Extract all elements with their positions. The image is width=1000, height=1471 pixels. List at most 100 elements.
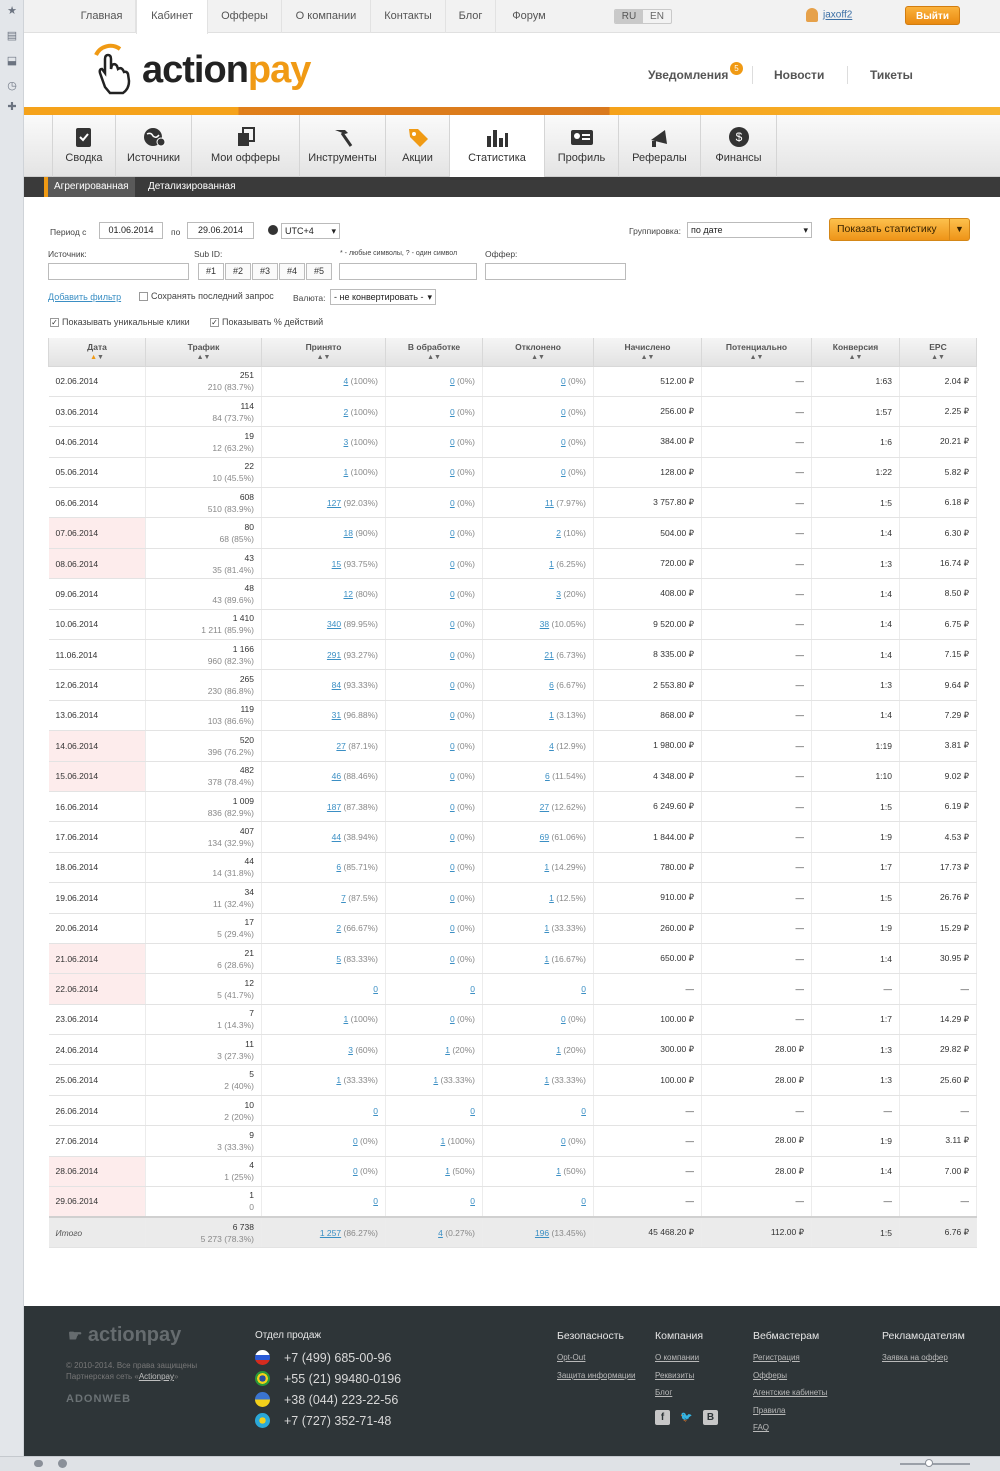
accepted-cell-link[interactable]: 5 (336, 954, 341, 964)
accepted-cell-link[interactable]: 27 (336, 741, 345, 751)
accepted-cell-link[interactable]: 3 (343, 437, 348, 447)
rejected-cell-link[interactable]: 196 (535, 1228, 549, 1238)
accepted-cell-link[interactable]: 0 (373, 984, 378, 994)
save-last-query-checkbox[interactable]: Сохранять последний запрос (139, 291, 274, 301)
rejected-cell-link[interactable]: 1 (544, 954, 549, 964)
history-icon[interactable]: ◷ (5, 79, 19, 93)
accepted-cell-link[interactable]: 3 (348, 1045, 353, 1055)
footer-link[interactable]: О компании (655, 1351, 703, 1369)
rejected-cell-link[interactable]: 0 (561, 1014, 566, 1024)
percent-actions-checkbox[interactable]: ✓ Показывать % действий (210, 317, 323, 327)
processing-cell-link[interactable]: 1 (433, 1075, 438, 1085)
rejected-cell-link[interactable]: 3 (556, 589, 561, 599)
col-potential[interactable]: Потенциально ▲▼ (701, 338, 812, 367)
processing-cell-link[interactable]: 0 (450, 467, 455, 477)
rejected-cell-link[interactable]: 0 (561, 407, 566, 417)
processing-cell-link[interactable]: 0 (450, 893, 455, 903)
tab-profile[interactable]: Профиль (545, 115, 619, 177)
accepted-cell-link[interactable]: 12 (343, 589, 352, 599)
footer-link[interactable]: Защита информации (557, 1369, 635, 1387)
tab-summary[interactable]: Сводка (52, 115, 116, 177)
accepted-cell-link[interactable]: 2 (336, 923, 341, 933)
processing-cell-link[interactable]: 0 (450, 802, 455, 812)
rejected-cell-link[interactable]: 0 (561, 437, 566, 447)
footer-link[interactable]: Офферы (753, 1369, 827, 1387)
processing-cell-link[interactable]: 0 (450, 589, 455, 599)
star-icon[interactable]: ★ (5, 4, 19, 18)
col-traffic[interactable]: Трафик ▲▼ (145, 338, 262, 367)
username[interactable]: jaxoff2 (823, 10, 852, 21)
topnav-item-contacts[interactable]: Контакты (371, 0, 446, 33)
rejected-cell-link[interactable]: 6 (545, 771, 550, 781)
vk-icon[interactable]: B (703, 1410, 718, 1425)
subid-input[interactable] (339, 263, 477, 280)
processing-cell-link[interactable]: 0 (450, 498, 455, 508)
rejected-cell-link[interactable]: 0 (561, 376, 566, 386)
processing-cell-link[interactable]: 0 (450, 407, 455, 417)
rejected-cell-link[interactable]: 1 (544, 1075, 549, 1085)
col-accepted[interactable]: Принято ▲▼ (261, 338, 386, 367)
footer-link[interactable]: Opt-Out (557, 1351, 635, 1369)
col-paid[interactable]: Начислено ▲▼ (593, 338, 702, 367)
grouping-select[interactable]: по дате (687, 222, 812, 238)
accepted-cell-link[interactable]: 127 (327, 498, 341, 508)
accepted-cell-link[interactable]: 1 257 (320, 1228, 341, 1238)
add-filter-link[interactable]: Добавить фильтр (48, 292, 121, 302)
logout-button[interactable]: Выйти (905, 6, 960, 25)
news-link[interactable]: Новости (774, 68, 824, 82)
tab-tools[interactable]: Инструменты (300, 115, 386, 177)
processing-cell-link[interactable]: 0 (470, 984, 475, 994)
zoom-slider-handle[interactable] (925, 1459, 933, 1467)
processing-cell-link[interactable]: 0 (450, 954, 455, 964)
lang-ru[interactable]: RU (615, 10, 643, 23)
twitter-icon[interactable]: 🐦 (679, 1410, 694, 1425)
topnav-item-forum[interactable]: Форум (496, 0, 562, 33)
accepted-cell-link[interactable]: 1 (343, 467, 348, 477)
rejected-cell-link[interactable]: 1 (549, 710, 554, 720)
processing-cell-link[interactable]: 0 (450, 1014, 455, 1024)
processing-cell-link[interactable]: 0 (450, 376, 455, 386)
currency-select[interactable]: - не конвертировать - (330, 289, 436, 305)
partner-link[interactable]: Actionpay (139, 1372, 174, 1381)
col-processing[interactable]: В обработке ▲▼ (385, 338, 483, 367)
subid-tab-3[interactable]: #3 (252, 263, 278, 280)
tickets-link[interactable]: Тикеты (870, 68, 913, 82)
topnav-item-about[interactable]: О компании (282, 0, 371, 33)
accepted-cell-link[interactable]: 4 (343, 376, 348, 386)
adonweb-logo[interactable]: ADONWEB (66, 1393, 131, 1405)
accepted-cell-link[interactable]: 0 (373, 1196, 378, 1206)
accepted-cell-link[interactable]: 31 (332, 710, 341, 720)
rejected-cell-link[interactable]: 1 (556, 1166, 561, 1176)
source-input[interactable] (48, 263, 189, 280)
processing-cell-link[interactable]: 0 (450, 437, 455, 447)
accepted-cell-link[interactable]: 44 (332, 832, 341, 842)
rejected-cell-link[interactable]: 0 (561, 1136, 566, 1146)
rejected-cell-link[interactable]: 6 (549, 680, 554, 690)
tab-finance[interactable]: $ Финансы (701, 115, 777, 177)
topnav-item-offers[interactable]: Офферы (208, 0, 282, 33)
date-from-input[interactable]: 01.06.2014 (99, 222, 163, 239)
rejected-cell-link[interactable]: 0 (561, 467, 566, 477)
topnav-item-blog[interactable]: Блог (446, 0, 496, 33)
accepted-cell-link[interactable]: 340 (327, 619, 341, 629)
tab-promos[interactable]: Акции (386, 115, 450, 177)
accepted-cell-link[interactable]: 15 (332, 559, 341, 569)
rejected-cell-link[interactable]: 11 (545, 498, 554, 508)
tab-sources[interactable]: Источники (116, 115, 192, 177)
processing-cell-link[interactable]: 0 (450, 559, 455, 569)
processing-cell-link[interactable]: 4 (438, 1228, 443, 1238)
topnav-item-home[interactable]: Главная (68, 0, 136, 33)
lang-en[interactable]: EN (643, 10, 671, 23)
processing-cell-link[interactable]: 0 (450, 710, 455, 720)
rejected-cell-link[interactable]: 4 (549, 741, 554, 751)
processing-cell-link[interactable]: 0 (450, 771, 455, 781)
processing-cell-link[interactable]: 0 (450, 923, 455, 933)
processing-cell-link[interactable]: 0 (450, 650, 455, 660)
col-epc[interactable]: EPC ▲▼ (899, 338, 977, 367)
col-date[interactable]: Дата ▲▼ (48, 338, 146, 367)
rejected-cell-link[interactable]: 0 (581, 1196, 586, 1206)
rejected-cell-link[interactable]: 0 (581, 984, 586, 994)
accepted-cell-link[interactable]: 1 (343, 1014, 348, 1024)
download-icon[interactable]: ⬓ (5, 54, 19, 68)
add-icon[interactable]: ✚ (5, 100, 19, 114)
